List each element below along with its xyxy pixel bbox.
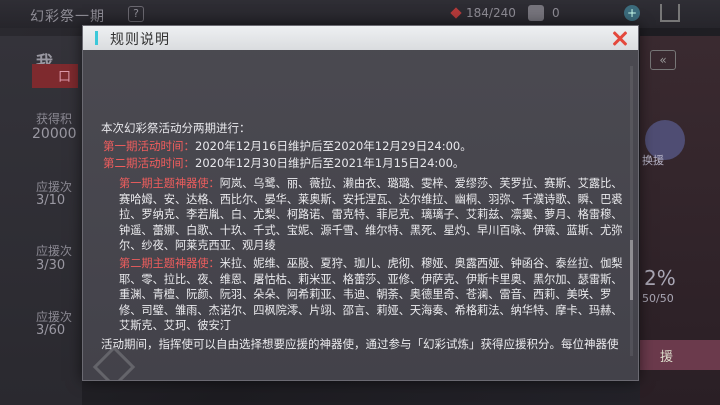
top-bar (0, 0, 720, 28)
scrollbar[interactable] (630, 66, 633, 356)
rules-dialog: 规则说明 · ····· 本次幻彩祭活动分两期进行： 第一期活动时间：2020年… (82, 25, 639, 381)
progress-count: 50/50 (642, 292, 674, 305)
phase1-label: 第一期活动时间： (103, 139, 195, 153)
phase1-gods-label: 第一期主题神器使： (119, 177, 220, 190)
cube-icon (528, 5, 544, 21)
support-value-2: 3/30 (36, 258, 66, 273)
support-button[interactable] (640, 340, 720, 370)
gem-icon (450, 7, 462, 19)
phase2-label: 第二期活动时间： (103, 156, 195, 170)
phase2-row: 第二期活动时间：2020年12月30日维护后至2021年1月15日24:00。 (103, 155, 464, 171)
collapse-arrow-button[interactable]: « (650, 50, 676, 70)
points-label: 获得积 (36, 112, 73, 126)
phase2-value: 2020年12月30日维护后至2021年1月15日24:00。 (195, 156, 465, 170)
help-icon[interactable]: ? (128, 6, 144, 22)
event-note: 活动期间，指挥使可以自由选择想要应援的神器使，通过参与「幻彩试炼」获得应援积分。… (101, 337, 619, 351)
left-badge: 口 (58, 70, 72, 85)
resource-counter: 184/240 (450, 6, 516, 20)
phase1-row: 第一期活动时间：2020年12月16日维护后至2020年12月29日24:00。 (103, 138, 472, 154)
add-resource-button[interactable]: + (624, 5, 640, 21)
resource-count: 184/240 (466, 6, 516, 20)
support-value-3: 3/60 (36, 323, 66, 338)
points-value: 20000 (32, 126, 77, 142)
dialog-title: 规则说明 (110, 32, 170, 48)
home-icon[interactable] (660, 4, 680, 22)
phase1-value: 2020年12月16日维护后至2020年12月29日24:00。 (195, 139, 472, 153)
phase1-gods: 第一期主题神器使：阿岚、乌鹭、丽、薇拉、濑由衣、璐璐、雯梓、爱缪莎、芙罗拉、赛斯… (119, 176, 624, 254)
left-info-panel (0, 36, 82, 405)
switch-support-label: 换援 (642, 154, 664, 167)
support-label-2: 应援次 (36, 244, 73, 258)
dialog-header: 规则说明 (83, 26, 638, 50)
intro-text: 本次幻彩祭活动分两期进行： (101, 121, 251, 135)
resource2-count: 0 (552, 6, 560, 20)
support-button-label: 援 (660, 350, 674, 365)
scroll-thumb[interactable] (630, 240, 633, 300)
progress-percent: 2% (644, 266, 676, 290)
event-title: 幻彩祭一期 (30, 9, 105, 25)
phase2-gods: 第二期主题神器使：米拉、妮维、巫股、夏狩、珈儿、虎彻、穆娅、奥露西娅、钟函谷、泰… (119, 256, 624, 334)
rules-content[interactable]: · ····· 本次幻彩祭活动分两期进行： 第一期活动时间：2020年12月16… (97, 58, 625, 352)
header-accent-bar (95, 31, 98, 45)
support-value-1: 3/10 (36, 193, 66, 208)
close-icon[interactable] (610, 28, 630, 48)
left-badge-bg (32, 64, 78, 88)
phase2-gods-label: 第二期主题神器使： (119, 257, 220, 270)
cutoff-text: · ····· (99, 58, 126, 64)
